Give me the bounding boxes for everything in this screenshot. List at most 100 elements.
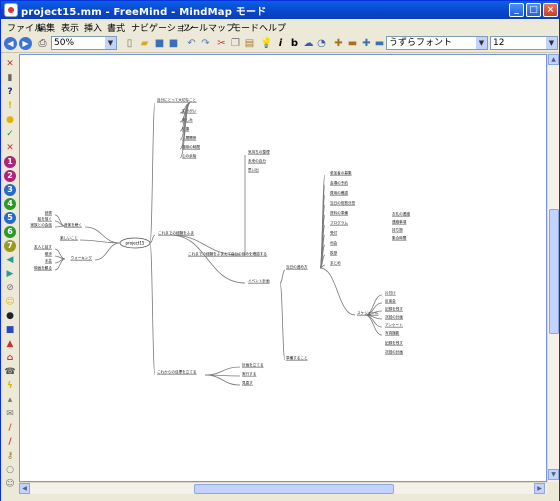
right-branch-node[interactable]: イベント計画	[248, 278, 270, 283]
right-leaf-node[interactable]: 実行する	[242, 371, 257, 376]
cut-icon[interactable]: ✂	[215, 37, 228, 50]
right-leaf-node[interactable]: 計画を立てる	[242, 362, 264, 367]
left-leaf-node[interactable]: 手芸	[45, 258, 53, 263]
bold-icon[interactable]: b	[288, 37, 301, 50]
flag-icon[interactable]: ▲	[4, 338, 16, 350]
right-leaf-node[interactable]: 司会	[330, 240, 338, 245]
menu-map[interactable]: マップ	[208, 21, 235, 34]
minimize-icon[interactable]: _	[509, 3, 524, 17]
left-leaf-node[interactable]: 絵を描く	[38, 216, 52, 221]
left-leaf-node[interactable]: 友人と話す	[34, 244, 52, 249]
pencil-icon[interactable]: /	[4, 422, 16, 434]
left-leaf-node[interactable]: 映画を観る	[34, 265, 52, 270]
left-branch-node[interactable]: 音楽を聴く	[64, 222, 82, 227]
right-leaf-node[interactable]: プログラム	[330, 220, 348, 225]
right-branch-node[interactable]: 当日の進め方	[286, 264, 308, 269]
right-branch-node[interactable]: スケジュール	[357, 310, 379, 315]
right-leaf-node[interactable]: 見直す	[242, 380, 253, 385]
font-size-select[interactable]: 12 ▼	[490, 36, 558, 50]
left-leaf-node[interactable]: 家族との会話	[30, 222, 52, 227]
vertical-scroll-thumb[interactable]	[549, 209, 559, 334]
right-leaf-node[interactable]: 参加者の募集	[330, 170, 352, 175]
trash-icon[interactable]: ▮	[4, 72, 16, 84]
question-icon[interactable]: ?	[4, 86, 16, 98]
scroll-up-icon[interactable]: ▲	[548, 54, 559, 65]
right-leaf-node[interactable]: 受付	[330, 230, 338, 235]
right-leaf-node[interactable]: 記録を残す	[385, 340, 403, 345]
right-leaf-node[interactable]: 健康	[182, 126, 190, 131]
vertical-scrollbar[interactable]: ▲ ▼	[547, 54, 559, 482]
left-leaf-node[interactable]: 読書	[45, 210, 53, 215]
number-7-icon[interactable]: 7	[4, 240, 16, 252]
right-leaf-node[interactable]: 資料の準備	[330, 210, 348, 215]
horizontal-scroll-thumb[interactable]	[194, 484, 394, 494]
pen-icon[interactable]: /	[4, 436, 16, 448]
redo-icon[interactable]: ↷	[199, 37, 212, 50]
horizontal-scrollbar[interactable]: ◀ ▶	[19, 482, 547, 494]
right-branch-node[interactable]: 自分にとって大切なこと	[157, 97, 197, 102]
add-child-icon[interactable]: ✚	[332, 37, 345, 50]
idea-icon[interactable]: ●	[4, 114, 16, 126]
forward-icon[interactable]: ▶	[4, 268, 16, 280]
bomb-icon[interactable]: ●	[4, 310, 16, 322]
right-leaf-node[interactable]: 反省会	[385, 298, 396, 303]
menu-mode[interactable]: モード	[232, 21, 259, 34]
right-leaf-node[interactable]: 生きがい	[182, 108, 197, 113]
right-leaf-node[interactable]: 持ち物	[392, 227, 403, 232]
close-icon[interactable]: ✕	[4, 58, 16, 70]
right-leaf-node[interactable]: 心の余裕	[182, 153, 197, 158]
right-leaf-node[interactable]: 集合時間	[392, 235, 407, 240]
home-icon[interactable]: ⌂	[4, 352, 16, 364]
right-leaf-node[interactable]: 楽しみ	[182, 117, 193, 122]
maximize-icon[interactable]: □	[526, 3, 541, 17]
menu-view[interactable]: 表示	[61, 21, 79, 34]
right-branch-node[interactable]: これまでの経験をふま	[158, 230, 194, 235]
right-leaf-node[interactable]: 記録を残す	[385, 306, 403, 311]
menu-insert[interactable]: 挿入	[84, 21, 102, 34]
scroll-right-icon[interactable]: ▶	[534, 483, 545, 494]
right-leaf-node[interactable]: 費用の確認	[330, 190, 348, 195]
zoom-in-icon[interactable]: ✚	[360, 37, 373, 50]
number-6-icon[interactable]: 6	[4, 226, 16, 238]
launch-icon[interactable]: ▴	[4, 394, 16, 406]
cloud-icon[interactable]: ☁	[302, 37, 315, 50]
right-leaf-node[interactable]: 片付け	[385, 290, 396, 295]
right-leaf-node[interactable]: 会場の予約	[330, 180, 348, 185]
right-leaf-node[interactable]: 気持ちの整理	[248, 149, 270, 154]
right-leaf-node[interactable]: 挨拶	[330, 250, 338, 255]
mindmap-canvas[interactable]: project15 楽しいこと ウォーキング 音楽を聴く 読書 絵を描く 家族との会話 友人と…	[19, 54, 547, 482]
menu-edit[interactable]: 編集	[37, 21, 55, 34]
number-2-icon[interactable]: 2	[4, 170, 16, 182]
menu-tools[interactable]: ツール	[181, 21, 208, 34]
left-branch-node[interactable]: ウォーキング	[71, 255, 93, 260]
zoom-select[interactable]: 50% ▼	[51, 36, 117, 50]
smiley-icon[interactable]: ☺	[4, 296, 16, 308]
lightning-icon[interactable]: ϟ	[4, 380, 16, 392]
zoom-out-icon[interactable]: ▬	[373, 37, 386, 50]
right-leaf-node[interactable]: 写真撮影	[385, 330, 400, 335]
right-leaf-node[interactable]: アンケート	[385, 322, 403, 327]
back-icon[interactable]: ◀	[4, 37, 17, 50]
right-leaf-node[interactable]: 連絡事項	[392, 219, 407, 224]
number-3-icon[interactable]: 3	[4, 184, 16, 196]
scroll-down-icon[interactable]: ▼	[548, 469, 559, 480]
right-branch-node[interactable]: これまでの経験をふまえて自分の強みを確認する	[188, 251, 267, 256]
right-leaf-node[interactable]: 当日の役割分担	[330, 200, 356, 205]
back-icon[interactable]: ◀	[4, 254, 16, 266]
right-leaf-node[interactable]: まとめ	[330, 260, 341, 265]
right-leaf-node[interactable]: 趣味の時間	[182, 144, 200, 149]
scroll-left-icon[interactable]: ◀	[19, 483, 30, 494]
forward-icon[interactable]: ▶	[19, 37, 32, 50]
number-1-icon[interactable]: 1	[4, 156, 16, 168]
key-icon[interactable]: ⚷	[4, 450, 16, 462]
book-icon[interactable]: ■	[4, 324, 16, 336]
menu-format[interactable]: 書式	[107, 21, 125, 34]
remove-icon[interactable]: ▬	[346, 37, 359, 50]
no-icon[interactable]: ✕	[4, 142, 16, 154]
right-leaf-node[interactable]: お礼の連絡	[392, 211, 410, 216]
left-leaf-node[interactable]: 散歩	[45, 251, 53, 256]
idea-icon[interactable]: 💡	[260, 37, 273, 50]
menu-help[interactable]: ヘルプ	[259, 21, 286, 34]
right-branch-node[interactable]: これからの目標を立てる	[157, 369, 197, 374]
right-leaf-node[interactable]: 思い出	[248, 167, 259, 172]
